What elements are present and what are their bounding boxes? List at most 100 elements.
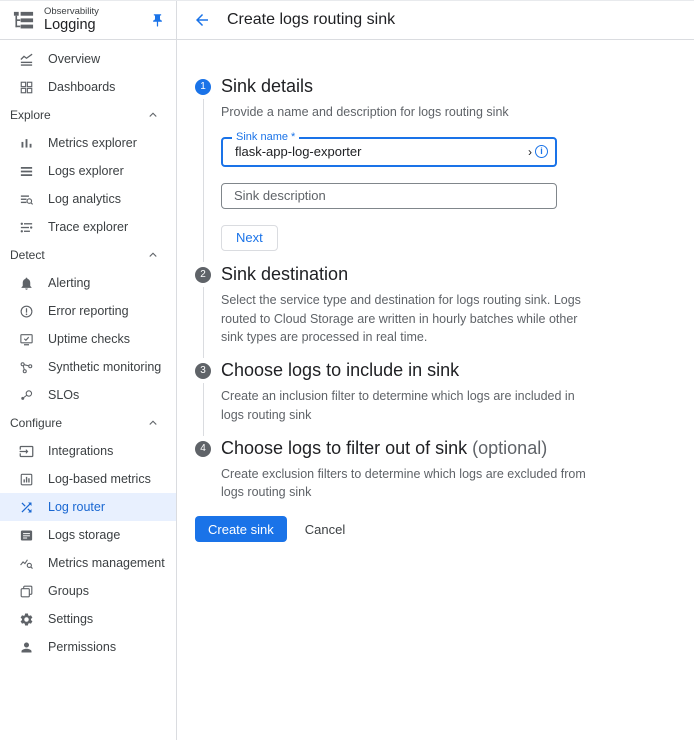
- error-circle-icon: [19, 304, 34, 319]
- sink-description-field: [221, 183, 557, 209]
- sidebar-item-synthetic-monitoring[interactable]: Synthetic monitoring: [0, 353, 176, 381]
- app-window: Observability Logging Overview Dashboard…: [0, 0, 694, 740]
- next-button[interactable]: Next: [221, 225, 278, 251]
- step-number-badge: 2: [195, 267, 211, 283]
- sidebar-item-label: Alerting: [48, 276, 90, 290]
- sidebar-item-log-router[interactable]: Log router: [0, 493, 176, 521]
- uptime-monitor-icon: [19, 332, 34, 347]
- sidebar-item-alerting[interactable]: Alerting: [0, 269, 176, 297]
- sidebar-item-label: Log-based metrics: [48, 472, 151, 486]
- sidebar-item-label: Dashboards: [48, 80, 115, 94]
- sidebar-item-slos[interactable]: SLOs: [0, 381, 176, 409]
- slo-target-icon: [19, 388, 34, 403]
- sidebar-section-explore[interactable]: Explore: [0, 101, 176, 129]
- step-title: Sink details: [221, 76, 606, 97]
- page-header: Create logs routing sink: [177, 1, 694, 40]
- sink-description-input[interactable]: [222, 188, 556, 203]
- sidebar-item-label: Integrations: [48, 444, 113, 458]
- sidebar-item-permissions[interactable]: Permissions: [0, 633, 176, 661]
- sidebar-item-error-reporting[interactable]: Error reporting: [0, 297, 176, 325]
- storage-card-icon: [19, 528, 34, 543]
- sidebar-item-label: Log analytics: [48, 192, 121, 206]
- form-actions: Create sink Cancel: [195, 516, 674, 542]
- sidebar-nav: Overview Dashboards Explore Metrics expl…: [0, 40, 176, 661]
- back-button[interactable]: [193, 10, 213, 30]
- sink-name-input[interactable]: [223, 144, 528, 159]
- sidebar-item-metrics-explorer[interactable]: Metrics explorer: [0, 129, 176, 157]
- step-title[interactable]: Sink destination: [221, 264, 606, 285]
- sidebar-item-label: Log router: [48, 500, 105, 514]
- cancel-button[interactable]: Cancel: [305, 522, 345, 537]
- step-connector: [203, 287, 204, 358]
- sink-name-label: Sink name *: [232, 131, 299, 143]
- step-rail: 3: [195, 360, 211, 438]
- sidebar-item-log-based-metrics[interactable]: Log-based metrics: [0, 465, 176, 493]
- step-connector: [203, 383, 204, 436]
- sidebar-item-log-analytics[interactable]: Log analytics: [0, 185, 176, 213]
- step-title[interactable]: Choose logs to include in sink: [221, 360, 606, 381]
- product-subtitle: Observability: [44, 7, 139, 18]
- overview-chart-icon: [19, 52, 34, 67]
- shuffle-icon: [19, 500, 34, 515]
- section-label: Detect: [10, 248, 45, 262]
- sidebar-item-groups[interactable]: Groups: [0, 577, 176, 605]
- step-description: Provide a name and description for logs …: [221, 103, 593, 122]
- arrow-back-icon: [193, 11, 211, 29]
- sidebar-section-detect[interactable]: Detect: [0, 241, 176, 269]
- dashboards-grid-icon: [19, 80, 34, 95]
- product-titles: Observability Logging: [44, 7, 139, 34]
- section-label: Configure: [10, 416, 62, 430]
- page-title: Create logs routing sink: [227, 11, 395, 29]
- log-lines-icon: [19, 164, 34, 179]
- gear-icon: [19, 612, 34, 627]
- sidebar-item-label: Trace explorer: [48, 220, 128, 234]
- info-icon[interactable]: i: [535, 145, 548, 158]
- person-icon: [19, 640, 34, 655]
- sidebar-item-metrics-management[interactable]: Metrics management: [0, 549, 176, 577]
- step-description: Select the service type and destination …: [221, 291, 593, 347]
- chevron-up-icon: [147, 249, 159, 261]
- section-label: Explore: [10, 108, 51, 122]
- sidebar-item-label: Logs explorer: [48, 164, 124, 178]
- step-rail: 2: [195, 264, 211, 360]
- field-trailing-icons: › i: [528, 145, 548, 158]
- chevron-right-icon[interactable]: ›: [528, 146, 532, 158]
- step-title-text: Choose logs to filter out of sink: [221, 438, 467, 458]
- sidebar-item-trace-explorer[interactable]: Trace explorer: [0, 213, 176, 241]
- sink-name-field: Sink name * › i: [221, 137, 557, 167]
- create-sink-button[interactable]: Create sink: [195, 516, 287, 542]
- chevron-up-icon: [147, 417, 159, 429]
- chevron-up-icon: [147, 109, 159, 121]
- trace-spans-icon: [19, 220, 34, 235]
- product-title: Logging: [44, 17, 139, 33]
- input-arrow-icon: [19, 444, 34, 459]
- step-number-badge: 4: [195, 441, 211, 457]
- pushpin-icon[interactable]: [148, 11, 166, 29]
- sidebar-item-label: Metrics explorer: [48, 136, 137, 150]
- step-sink-details: 1 Sink details Provide a name and descri…: [195, 76, 674, 264]
- step-description: Create exclusion filters to determine wh…: [221, 465, 593, 503]
- sidebar-item-integrations[interactable]: Integrations: [0, 437, 176, 465]
- step-number-badge: 1: [195, 79, 211, 95]
- step-include-logs: 3 Choose logs to include in sink Create …: [195, 360, 674, 438]
- sidebar-item-label: Synthetic monitoring: [48, 360, 161, 374]
- step-rail: 1: [195, 76, 211, 264]
- step-title[interactable]: Choose logs to filter out of sink (optio…: [221, 438, 606, 459]
- step-exclude-logs: 4 Choose logs to filter out of sink (opt…: [195, 438, 674, 509]
- sidebar-item-label: Settings: [48, 612, 93, 626]
- nodes-icon: [19, 360, 34, 375]
- step-description: Create an inclusion filter to determine …: [221, 387, 593, 425]
- sidebar-item-dashboards[interactable]: Dashboards: [0, 73, 176, 101]
- sidebar-item-logs-explorer[interactable]: Logs explorer: [0, 157, 176, 185]
- sidebar-item-label: SLOs: [48, 388, 79, 402]
- sidebar-item-overview[interactable]: Overview: [0, 45, 176, 73]
- sidebar-item-label: Overview: [48, 52, 100, 66]
- overlap-squares-icon: [19, 584, 34, 599]
- sidebar-item-logs-storage[interactable]: Logs storage: [0, 521, 176, 549]
- sidebar-section-configure[interactable]: Configure: [0, 409, 176, 437]
- sidebar-item-label: Logs storage: [48, 528, 120, 542]
- sidebar-item-settings[interactable]: Settings: [0, 605, 176, 633]
- step-rail: 4: [195, 438, 211, 509]
- sidebar-item-uptime-checks[interactable]: Uptime checks: [0, 325, 176, 353]
- sidebar-item-label: Uptime checks: [48, 332, 130, 346]
